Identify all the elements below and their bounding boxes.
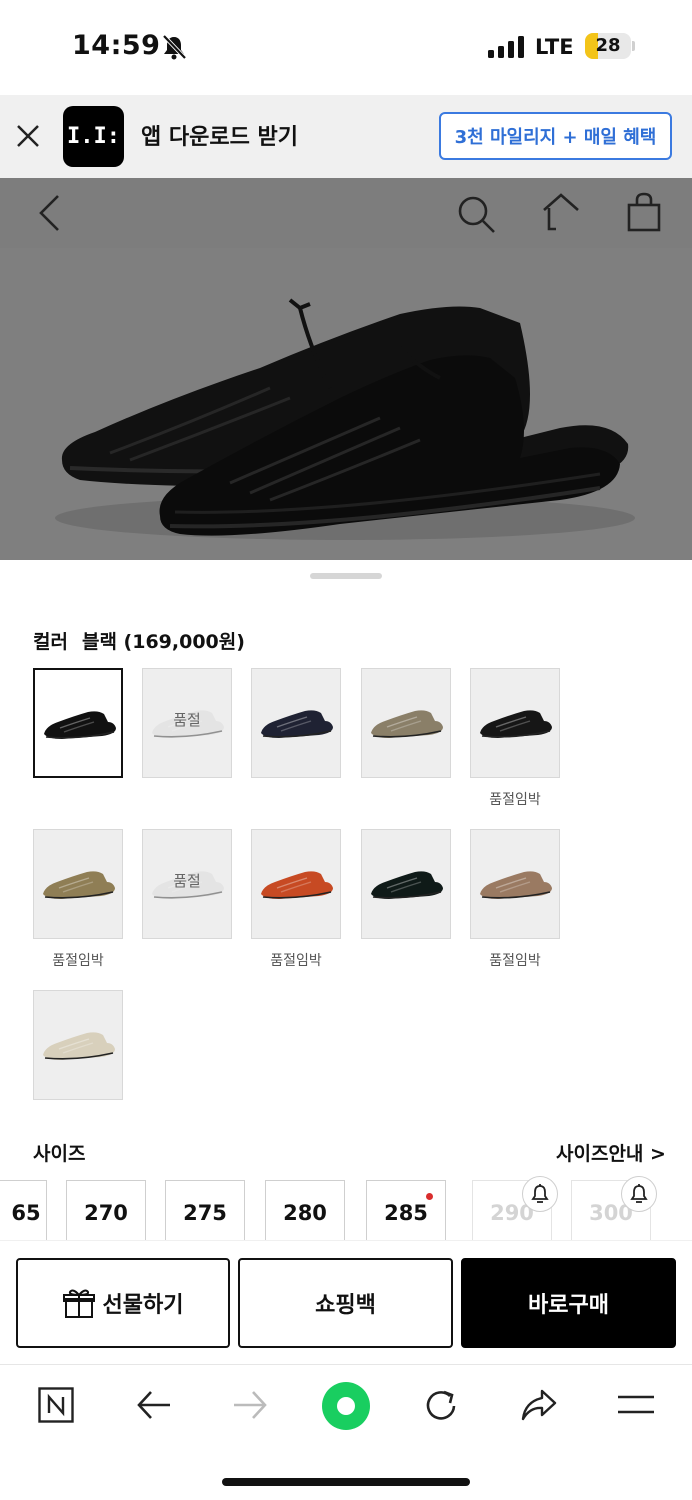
sandal-thumbnail xyxy=(43,871,115,899)
buy-button-label: 바로구매 xyxy=(528,1293,609,1318)
add-to-cart-button[interactable]: 쇼핑백 xyxy=(238,1258,453,1348)
sandal-thumbnail xyxy=(261,710,333,738)
restock-bell-icon[interactable] xyxy=(621,1176,657,1212)
size-heading: 사이즈 xyxy=(33,1143,86,1165)
sandal-thumbnail xyxy=(261,871,333,899)
gift-icon xyxy=(62,1289,95,1318)
banner-cta-button[interactable]: 3천 마일리지 + 매일 혜택 xyxy=(439,112,672,160)
product-image[interactable] xyxy=(0,248,692,560)
size-option[interactable]: 285 xyxy=(366,1180,446,1242)
green-dot-icon[interactable] xyxy=(321,1381,371,1431)
size-option-label: 285 xyxy=(384,1201,428,1225)
battery-icon: 28 xyxy=(585,33,631,59)
color-swatch[interactable] xyxy=(33,829,123,939)
color-swatch[interactable]: 품절 xyxy=(142,668,232,778)
banner-title[interactable]: 앱 다운로드 받기 xyxy=(141,119,298,151)
color-swatch[interactable] xyxy=(251,668,341,778)
sandal-thumbnail xyxy=(371,871,443,899)
size-option[interactable]: 270 xyxy=(66,1180,146,1242)
low-stock-note: 품절임박 xyxy=(489,953,541,969)
close-icon[interactable] xyxy=(14,122,42,150)
size-option[interactable]: 275 xyxy=(165,1180,245,1242)
network-type: LTE xyxy=(535,35,574,59)
sheet-grab-handle[interactable] xyxy=(310,573,382,579)
color-selected-value: 블랙 (169,000원) xyxy=(81,631,245,653)
forward-arrow-icon[interactable] xyxy=(232,1389,268,1421)
low-stock-dot xyxy=(426,1193,433,1200)
soldout-overlay-label: 품절 xyxy=(173,711,201,729)
sandal-thumbnail xyxy=(43,1032,115,1060)
size-option-label: 275 xyxy=(183,1201,227,1225)
size-option-label: 280 xyxy=(283,1201,327,1225)
color-swatch[interactable] xyxy=(361,829,451,939)
home-icon[interactable] xyxy=(541,192,581,232)
back-arrow-icon[interactable] xyxy=(136,1389,172,1421)
sandal-thumbnail xyxy=(371,710,443,738)
reload-icon[interactable] xyxy=(424,1388,460,1424)
sandal-thumbnail xyxy=(480,871,552,899)
home-indicator[interactable] xyxy=(222,1478,470,1486)
naver-n-icon[interactable] xyxy=(38,1387,74,1423)
shopping-bag-icon[interactable] xyxy=(626,192,662,232)
gift-button[interactable]: 선물하기 xyxy=(16,1258,230,1348)
buy-now-button[interactable]: 바로구매 xyxy=(461,1258,676,1348)
menu-icon[interactable] xyxy=(617,1392,655,1418)
cart-button-label: 쇼핑백 xyxy=(315,1293,376,1318)
color-swatch[interactable] xyxy=(470,668,560,778)
soldout-overlay-label: 품절 xyxy=(173,872,201,890)
color-swatch[interactable] xyxy=(251,829,341,939)
bell-muted-icon xyxy=(162,34,187,60)
status-time: 14:59 xyxy=(72,30,161,61)
back-icon[interactable] xyxy=(36,194,62,232)
size-option-label: 65 xyxy=(11,1201,41,1225)
signal-icon xyxy=(488,36,524,58)
size-option[interactable]: 65 xyxy=(0,1180,47,1242)
share-icon[interactable] xyxy=(520,1388,558,1422)
color-heading: 컬러 블랙 (169,000원) xyxy=(33,627,245,654)
sandal-photo xyxy=(55,298,635,540)
low-stock-note: 품절임박 xyxy=(270,953,322,969)
app-logo[interactable]: I.I: xyxy=(63,106,124,167)
color-swatch[interactable] xyxy=(361,668,451,778)
sandal-thumbnail xyxy=(480,710,552,738)
color-swatch[interactable] xyxy=(33,990,123,1100)
sandal-thumbnail xyxy=(44,711,116,739)
size-guide-link[interactable]: 사이즈안내 > xyxy=(556,1139,666,1166)
low-stock-note: 품절임박 xyxy=(52,953,104,969)
search-icon[interactable] xyxy=(456,194,496,234)
size-option[interactable]: 280 xyxy=(265,1180,345,1242)
color-label: 컬러 xyxy=(33,631,68,653)
product-header xyxy=(0,178,692,248)
color-swatch[interactable]: 품절 xyxy=(142,829,232,939)
battery-level: 28 xyxy=(595,35,621,56)
size-option-label: 270 xyxy=(84,1201,128,1225)
low-stock-note: 품절임박 xyxy=(489,792,541,808)
restock-bell-icon[interactable] xyxy=(522,1176,558,1212)
gift-button-label: 선물하기 xyxy=(102,1293,184,1318)
battery-tip xyxy=(632,41,635,51)
color-swatch[interactable] xyxy=(33,668,123,778)
color-swatch[interactable] xyxy=(470,829,560,939)
